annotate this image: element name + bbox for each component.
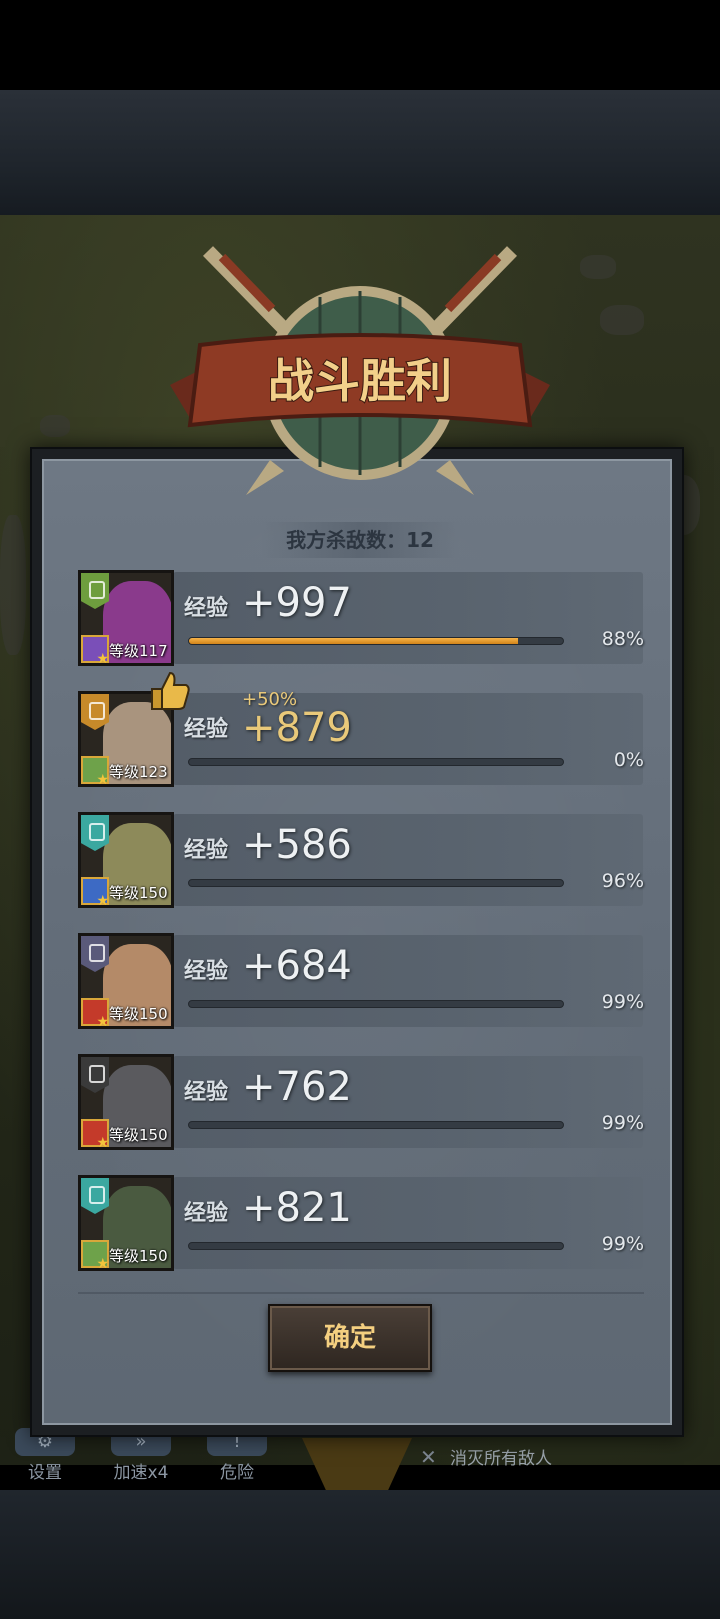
hero-level: 等级150	[109, 1247, 168, 1265]
hero-level: 等级150	[109, 1005, 168, 1023]
hero-row: 等级123 经验 +50% +879 0%	[78, 671, 644, 787]
exp-label: 经验	[184, 717, 229, 742]
exp-gain: +684	[242, 943, 352, 989]
victory-banner: 战斗胜利	[170, 246, 550, 495]
role-icon	[81, 1240, 109, 1268]
role-icon	[81, 1119, 109, 1147]
exp-progress-bar	[188, 1242, 564, 1250]
role-icon	[81, 635, 109, 663]
exp-gain: +586	[242, 822, 352, 868]
exp-percent: 96%	[601, 870, 644, 892]
hero-portrait[interactable]: 等级117	[78, 570, 174, 666]
hero-portrait[interactable]: 等级150	[78, 1175, 174, 1271]
hero-row: 等级150 经验 +762 99%	[78, 1054, 644, 1150]
exp-label: 经验	[184, 596, 229, 621]
exp-label: 经验	[184, 1080, 229, 1105]
castle-tab[interactable]	[302, 1438, 412, 1498]
top-band	[0, 90, 720, 215]
exp-gain: +821	[242, 1185, 352, 1231]
exp-progress-bar	[188, 637, 564, 645]
hero-level: 等级150	[109, 884, 168, 902]
victory-title: 战斗胜利	[268, 354, 452, 408]
exp-progress-fill	[189, 638, 519, 644]
hero-row: 等级150 经验 +586 96%	[78, 812, 644, 908]
hero-row: 等级117 经验 +997 88%	[78, 570, 644, 666]
confirm-button[interactable]: 确定	[268, 1304, 432, 1372]
hero-level: 等级123	[109, 763, 168, 781]
role-icon	[81, 877, 109, 905]
hero-level: 等级117	[109, 642, 168, 660]
exp-label: 经验	[184, 838, 229, 863]
divider	[78, 1292, 644, 1294]
bottom-bar	[0, 1490, 720, 1619]
exp-percent: 99%	[601, 991, 644, 1013]
hero-level: 等级150	[109, 1126, 168, 1144]
exp-gain: +879	[242, 705, 352, 751]
hero-portrait[interactable]: 等级150	[78, 1054, 174, 1150]
exp-label: 经验	[184, 1201, 229, 1226]
thumbs-up-icon	[148, 669, 192, 713]
exp-gain: +997	[242, 580, 352, 626]
exp-percent: 99%	[601, 1112, 644, 1134]
exp-progress-bar	[188, 1121, 564, 1129]
status-bar	[0, 0, 720, 90]
exp-percent: 0%	[613, 749, 644, 771]
exp-percent: 88%	[601, 628, 644, 650]
hero-portrait[interactable]: 等级150	[78, 933, 174, 1029]
exp-progress-bar	[188, 758, 564, 766]
role-icon	[81, 756, 109, 784]
exp-gain: +762	[242, 1064, 352, 1110]
exp-label: 经验	[184, 959, 229, 984]
crossed-swords-icon: ✕	[420, 1445, 437, 1469]
role-icon	[81, 998, 109, 1026]
exp-progress-bar	[188, 879, 564, 887]
kill-count: 我方杀敌数：12	[260, 522, 460, 558]
hero-row: 等级150 经验 +684 99%	[78, 933, 644, 1029]
mission-goal: ✕ 消灭所有敌人	[420, 1445, 552, 1469]
hero-portrait[interactable]: 等级150	[78, 812, 174, 908]
exp-progress-bar	[188, 1000, 564, 1008]
hero-row: 等级150 经验 +821 99%	[78, 1175, 644, 1271]
exp-percent: 99%	[601, 1233, 644, 1255]
